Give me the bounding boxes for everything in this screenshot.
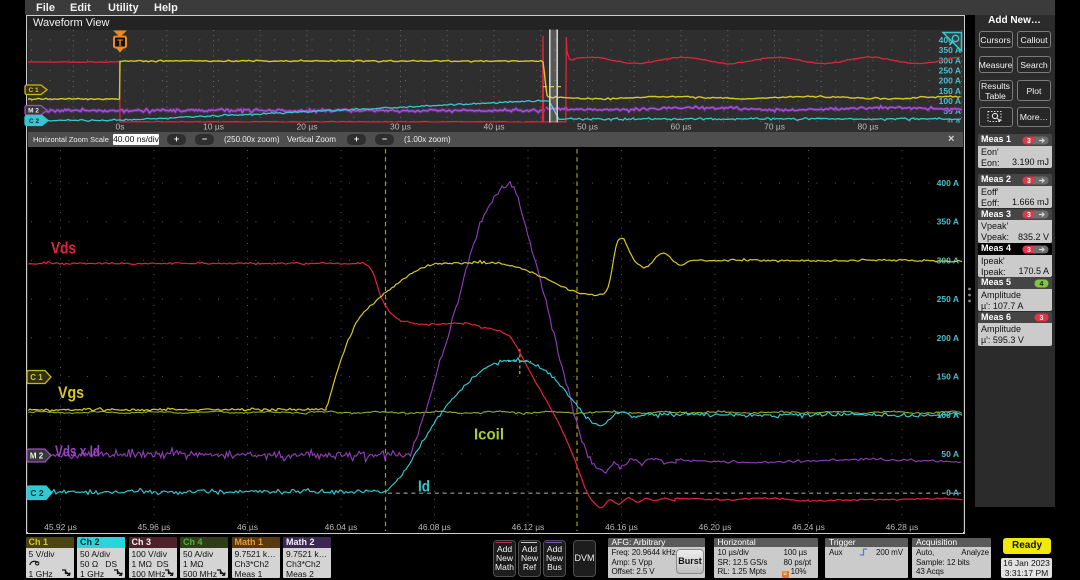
svg-text:300 A: 300 A xyxy=(937,255,959,265)
svg-text:350 A: 350 A xyxy=(937,217,959,227)
svg-text:T: T xyxy=(117,38,123,49)
svg-text:45.92 µs: 45.92 µs xyxy=(44,522,77,532)
svg-text:40 µs: 40 µs xyxy=(484,122,505,132)
svg-text:Id: Id xyxy=(418,479,430,496)
svg-text:46.24 µs: 46.24 µs xyxy=(792,522,825,532)
svg-text:M 2: M 2 xyxy=(30,451,44,460)
svg-text:46.16 µs: 46.16 µs xyxy=(605,522,638,532)
svg-text:200 A: 200 A xyxy=(937,333,959,343)
svg-text:46.12 µs: 46.12 µs xyxy=(512,522,545,532)
svg-text:46.04 µs: 46.04 µs xyxy=(325,522,358,532)
svg-text:Vds: Vds xyxy=(51,239,76,258)
svg-text:400 A: 400 A xyxy=(937,178,959,188)
svg-text:50 µs: 50 µs xyxy=(577,122,598,132)
svg-text:C 1: C 1 xyxy=(30,373,43,382)
svg-text:200 A: 200 A xyxy=(939,76,961,86)
svg-text:Icoil: Icoil xyxy=(474,427,504,444)
svg-text:60 µs: 60 µs xyxy=(671,122,692,132)
svg-text:10 µs: 10 µs xyxy=(203,122,224,132)
svg-text:46.20 µs: 46.20 µs xyxy=(699,522,732,532)
svg-text:M 2: M 2 xyxy=(28,108,39,115)
svg-text:46.28 µs: 46.28 µs xyxy=(886,522,919,532)
svg-text:80 µs: 80 µs xyxy=(858,122,879,132)
svg-text:50 A: 50 A xyxy=(941,449,959,459)
svg-text:150 A: 150 A xyxy=(939,86,961,96)
svg-text:30 µs: 30 µs xyxy=(390,122,411,132)
svg-text:Vds x Id: Vds x Id xyxy=(55,444,100,461)
svg-text:0 A: 0 A xyxy=(946,488,959,498)
svg-text:46.08 µs: 46.08 µs xyxy=(418,522,451,532)
svg-text:70 µs: 70 µs xyxy=(764,122,785,132)
svg-text:250 A: 250 A xyxy=(937,294,959,304)
svg-text:20 µs: 20 µs xyxy=(297,122,318,132)
svg-text:C 2: C 2 xyxy=(29,118,40,125)
svg-text:0s: 0s xyxy=(116,122,125,132)
svg-text:45.96 µs: 45.96 µs xyxy=(138,522,171,532)
svg-text:C 1: C 1 xyxy=(28,87,39,94)
svg-text:Vgs: Vgs xyxy=(58,383,84,402)
svg-text:150 A: 150 A xyxy=(937,372,959,382)
svg-text:0 A: 0 A xyxy=(948,116,961,126)
svg-text:46 µs: 46 µs xyxy=(237,522,258,532)
svg-text:C 2: C 2 xyxy=(30,488,44,498)
svg-text:250 A: 250 A xyxy=(939,65,961,75)
